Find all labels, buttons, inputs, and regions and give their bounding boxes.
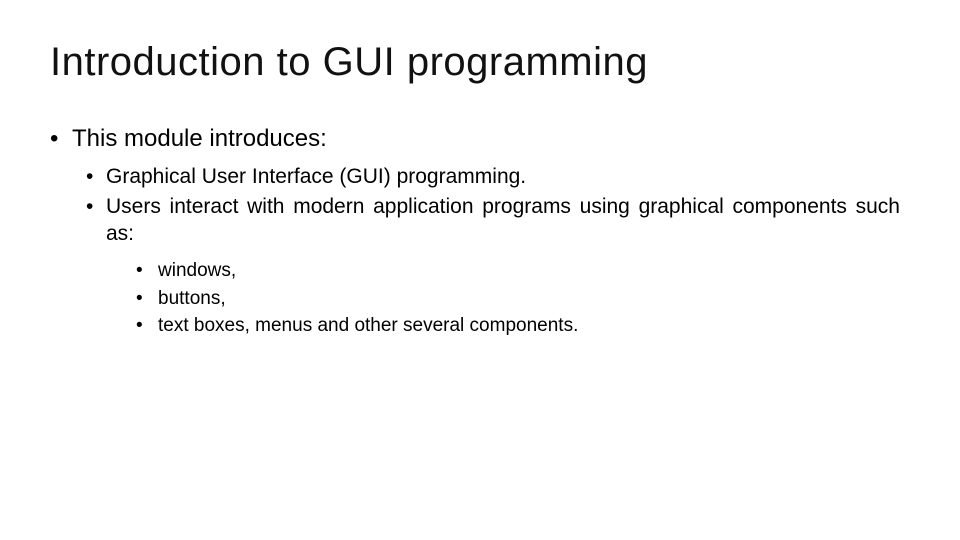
list-item: Users interact with modern application p… (86, 193, 910, 340)
list-item-text: Users interact with modern application p… (106, 195, 900, 245)
list-item-text: windows, (158, 260, 236, 281)
list-item-text: This module introduces: (72, 125, 327, 152)
list-item: Graphical User Interface (GUI) programmi… (86, 163, 910, 190)
list-item: buttons, (136, 285, 900, 313)
list-item-text: text boxes, menus and other several comp… (158, 315, 578, 336)
slide-title: Introduction to GUI programming (50, 40, 910, 85)
bullet-list-level1: This module introduces: Graphical User I… (50, 123, 910, 340)
list-item: windows, (136, 257, 900, 285)
bullet-list-level2: Graphical User Interface (GUI) programmi… (72, 163, 910, 340)
list-item-text: buttons, (158, 288, 226, 309)
list-item: This module introduces: Graphical User I… (50, 123, 910, 340)
list-item: text boxes, menus and other several comp… (136, 312, 900, 340)
bullet-list-level3: windows, buttons, text boxes, menus and … (106, 257, 900, 340)
list-item-text: Graphical User Interface (GUI) programmi… (106, 165, 526, 188)
